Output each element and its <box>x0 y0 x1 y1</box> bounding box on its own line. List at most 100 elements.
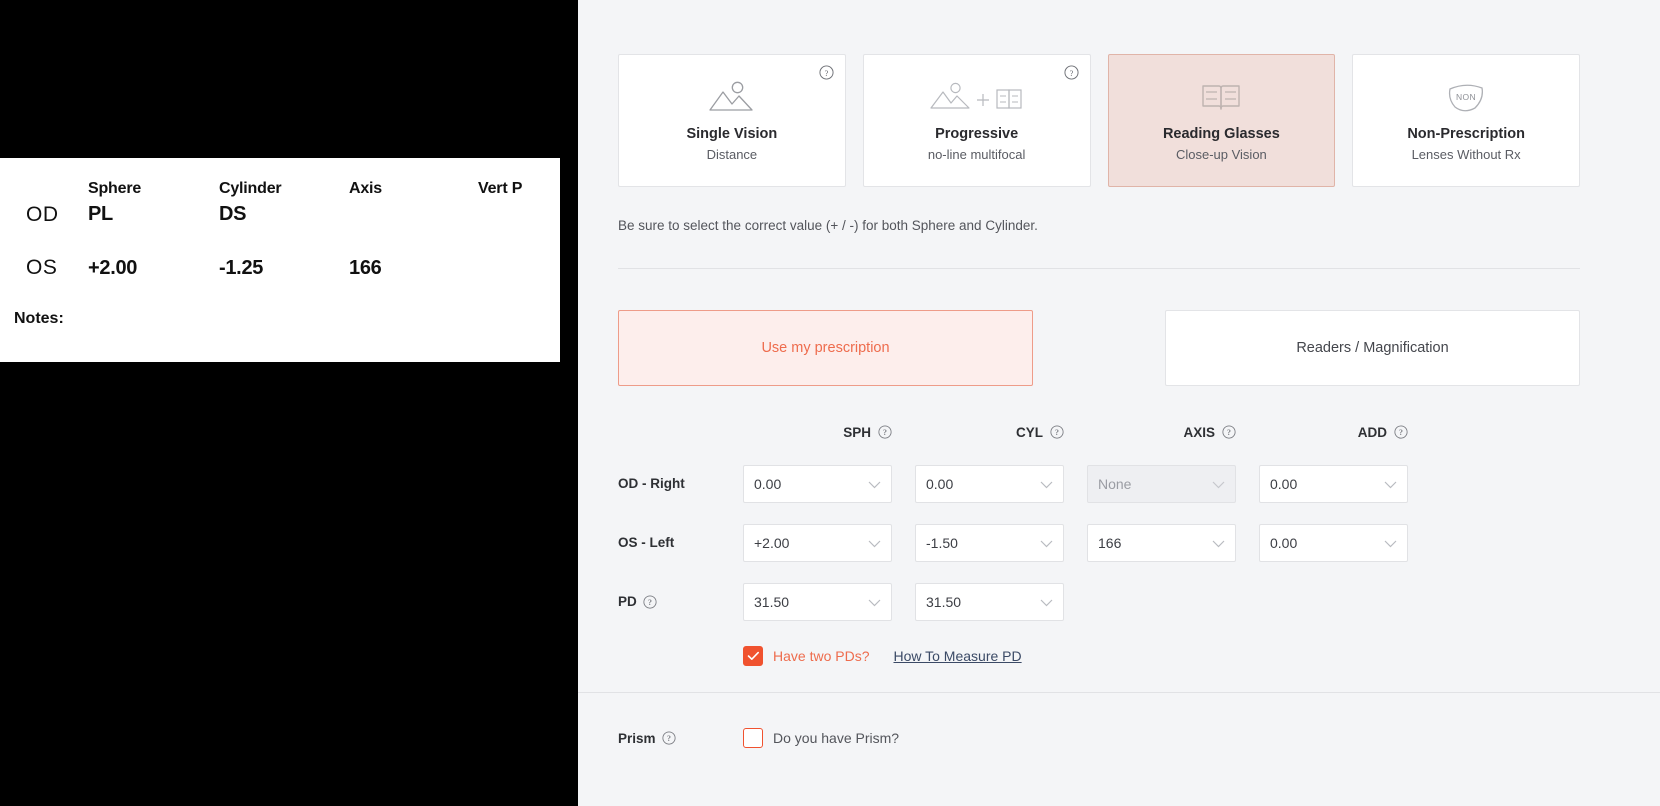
svg-text:NON: NON <box>1456 92 1476 102</box>
svg-text:?: ? <box>824 68 828 78</box>
help-icon[interactable]: ? <box>1222 425 1236 439</box>
cell-pd-right: 31.50 <box>743 583 915 621</box>
have-two-pds-label[interactable]: Have two PDs? <box>773 648 869 664</box>
rx-os-axis: 166 <box>349 257 381 280</box>
row-label-pd: PD ? <box>618 594 743 609</box>
svg-text:?: ? <box>648 598 652 607</box>
chevron-down-icon <box>1040 476 1053 492</box>
column-header-cyl: CYL ? <box>915 425 1087 440</box>
prescription-scan-image: Sphere Cylinder Axis Vert P OD PL DS OS … <box>0 158 560 362</box>
select-pd-left[interactable]: 31.50 <box>915 583 1064 621</box>
check-icon <box>747 651 760 661</box>
chevron-down-icon <box>1040 594 1053 610</box>
use-my-prescription-button[interactable]: Use my prescription <box>618 310 1033 386</box>
grid-row-od-right: OD - Right 0.00 0.00 <box>618 454 1618 513</box>
svg-text:?: ? <box>1227 428 1231 437</box>
help-icon[interactable]: ? <box>1064 65 1079 80</box>
prescription-values-grid: SPH ? CYL ? AXIS <box>618 410 1618 631</box>
chevron-down-icon <box>1384 476 1397 492</box>
prescription-mode-button-group: Use my prescription Readers / Magnificat… <box>618 310 1580 386</box>
select-os-cyl[interactable]: -1.50 <box>915 524 1064 562</box>
chevron-down-icon <box>868 535 881 551</box>
select-od-sph[interactable]: 0.00 <box>743 465 892 503</box>
lens-type-title: Reading Glasses <box>1163 125 1280 144</box>
rx-od-sphere: PL <box>88 203 113 226</box>
mountain-plus-book-icon <box>929 77 1025 117</box>
select-os-sph[interactable]: +2.00 <box>743 524 892 562</box>
section-divider <box>578 692 1660 693</box>
column-header-sph: SPH ? <box>743 425 915 440</box>
svg-text:?: ? <box>1069 68 1073 78</box>
select-os-add[interactable]: 0.00 <box>1259 524 1408 562</box>
grid-header-row: SPH ? CYL ? AXIS <box>618 410 1618 454</box>
cell-od-sph: 0.00 <box>743 465 915 503</box>
row-label-od-right: OD - Right <box>618 476 743 491</box>
rx-column-header-cylinder: Cylinder <box>219 180 281 198</box>
prescription-form-panel: ? Single Vision Distance ? <box>578 0 1660 806</box>
prism-label: Prism ? <box>618 731 743 746</box>
svg-text:?: ? <box>1055 428 1059 437</box>
cell-pd-left: 31.50 <box>915 583 1087 621</box>
help-icon[interactable]: ? <box>1394 425 1408 439</box>
svg-text:?: ? <box>883 428 887 437</box>
chevron-down-icon <box>868 476 881 492</box>
chevron-down-icon <box>1212 476 1225 492</box>
select-od-cyl[interactable]: 0.00 <box>915 465 1064 503</box>
column-header-add: ADD ? <box>1259 425 1431 440</box>
cell-os-add: 0.00 <box>1259 524 1431 562</box>
prism-label-text: Prism <box>618 731 656 746</box>
lens-type-card-progressive[interactable]: ? Progressive no-line multifocal <box>863 54 1091 187</box>
rx-row-eye-os: OS <box>26 256 57 280</box>
select-pd-right-value: 31.50 <box>754 594 789 610</box>
sphere-cylinder-note: Be sure to select the correct value (+ /… <box>618 218 1038 233</box>
select-pd-right[interactable]: 31.50 <box>743 583 892 621</box>
readers-magnification-button[interactable]: Readers / Magnification <box>1165 310 1580 386</box>
select-od-axis[interactable]: None <box>1087 465 1236 503</box>
column-header-cyl-label: CYL <box>1016 425 1043 440</box>
rx-row-eye-od: OD <box>26 203 59 227</box>
cell-os-sph: +2.00 <box>743 524 915 562</box>
help-icon[interactable]: ? <box>819 65 834 80</box>
select-od-axis-value: None <box>1098 476 1131 492</box>
lens-type-card-single-vision[interactable]: ? Single Vision Distance <box>618 54 846 187</box>
chevron-down-icon <box>1384 535 1397 551</box>
lens-type-title: Non-Prescription <box>1407 125 1525 144</box>
select-os-axis[interactable]: 166 <box>1087 524 1236 562</box>
lens-type-subtitle: Close-up Vision <box>1176 147 1267 164</box>
select-os-cyl-value: -1.50 <box>926 535 958 551</box>
how-to-measure-pd-link[interactable]: How To Measure PD <box>893 648 1021 664</box>
rx-od-cylinder: DS <box>219 203 246 226</box>
grid-row-os-left: OS - Left +2.00 -1.50 <box>618 513 1618 572</box>
rx-column-header-axis: Axis <box>349 180 382 198</box>
mountain-photo-icon <box>706 77 758 117</box>
column-header-add-label: ADD <box>1358 425 1387 440</box>
prism-row: Prism ? Do you have Prism? <box>618 718 899 758</box>
prescription-table: Sphere Cylinder Axis Vert P OD PL DS OS … <box>0 158 560 362</box>
have-two-pds-checkbox[interactable] <box>743 646 763 666</box>
select-os-sph-value: +2.00 <box>754 535 789 551</box>
help-icon[interactable]: ? <box>878 425 892 439</box>
column-header-axis-label: AXIS <box>1183 425 1215 440</box>
help-icon[interactable]: ? <box>1050 425 1064 439</box>
select-od-add-value: 0.00 <box>1270 476 1297 492</box>
chevron-down-icon <box>1212 535 1225 551</box>
lens-type-card-reading-glasses[interactable]: Reading Glasses Close-up Vision <box>1108 54 1336 187</box>
pd-options-row: Have two PDs? How To Measure PD <box>743 646 1022 666</box>
select-pd-left-value: 31.50 <box>926 594 961 610</box>
lens-type-card-non-prescription[interactable]: NON Non-Prescription Lenses Without Rx <box>1352 54 1580 187</box>
column-header-sph-label: SPH <box>843 425 871 440</box>
cell-od-axis: None <box>1087 465 1259 503</box>
prism-checkbox[interactable] <box>743 728 763 748</box>
help-icon[interactable]: ? <box>643 595 657 609</box>
lens-type-subtitle: no-line multifocal <box>928 147 1026 164</box>
help-icon[interactable]: ? <box>662 731 676 745</box>
rx-column-header-sphere: Sphere <box>88 180 141 198</box>
svg-text:?: ? <box>1399 428 1403 437</box>
row-label-os-left: OS - Left <box>618 535 743 550</box>
select-od-add[interactable]: 0.00 <box>1259 465 1408 503</box>
svg-text:?: ? <box>667 734 671 743</box>
rx-os-sphere: +2.00 <box>88 257 137 280</box>
section-divider <box>618 268 1580 269</box>
prism-question-label[interactable]: Do you have Prism? <box>773 730 899 746</box>
prism-checkbox-wrap: Do you have Prism? <box>743 728 899 748</box>
